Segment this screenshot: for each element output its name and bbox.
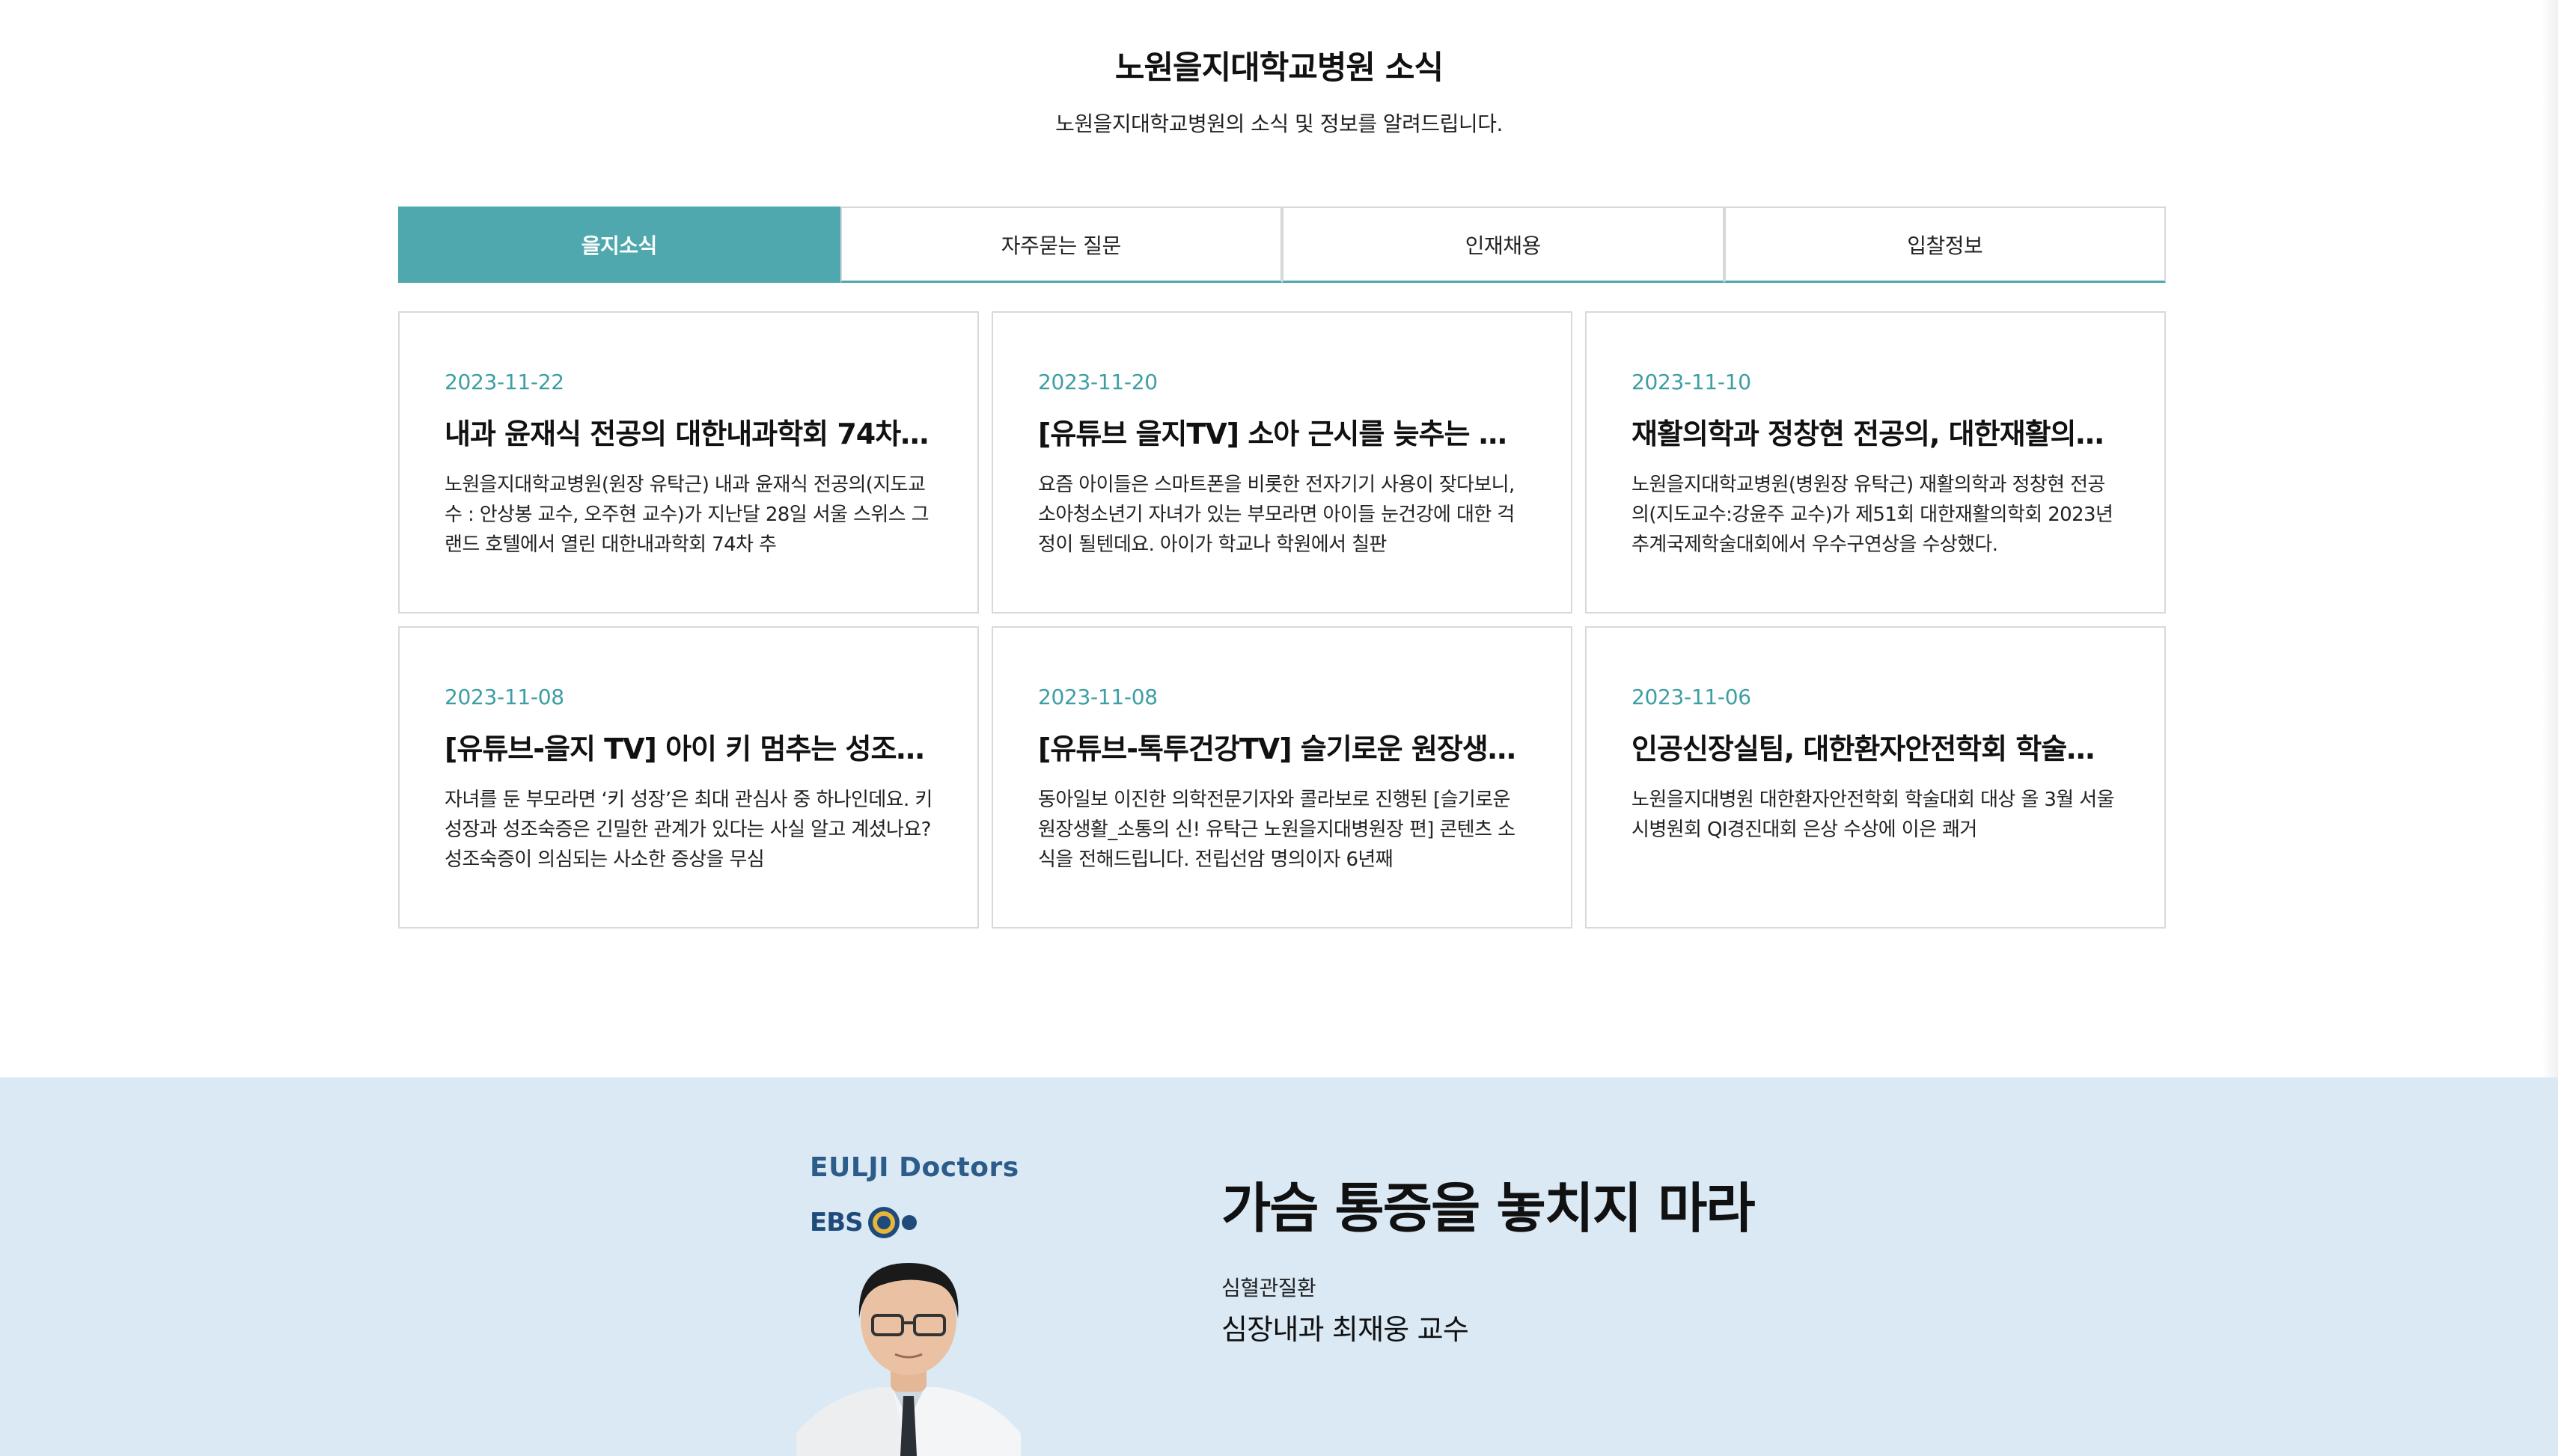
page-title: 노원을지대학교병원 소식 [1114,49,1444,87]
news-summary: 동아일보 이진한 의학전문기자와 콜라보로 진행된 [슬기로운 원장생활_소통의… [1038,789,1515,871]
video-category: 심혈관질환 [1221,1276,1316,1300]
news-summary: 요즘 아이들은 스마트폰을 비롯한 전자기기 사용이 잦다보니, 소아청소년기 … [1038,474,1515,556]
ebs-label: EBS [810,1208,864,1238]
video-doctor-name: 심장내과 최재웅 교수 [1221,1313,1469,1346]
news-date: 2023-11-22 [445,370,564,394]
video-title[interactable]: 가슴 통증을 놓치지 마라 [1221,1164,1756,1243]
news-card[interactable]: 2023-11-20 [유튜브 을지TV] 소아 근시를 늦추는 드… 요즘 아… [992,311,1572,614]
news-date: 2023-11-06 [1631,685,1751,709]
news-title[interactable]: [유튜브-톡투건강TV] 슬기로운 원장생… [1038,726,1526,767]
video-thumbnail[interactable]: EULJI Doctors EBS [796,1077,1021,1456]
eulji-doctors-section: EULJI Doctors EBS 가슴 통증을 놓치지 마라 심혈관질환 심장… [0,1077,2558,1456]
news-card[interactable]: 2023-11-10 재활의학과 정창현 전공의, 대한재활의… 노원을지대학교… [1585,311,2166,614]
doctor-portrait-image [796,1263,1021,1456]
news-card[interactable]: 2023-11-06 인공신장실팀, 대한환자안전학회 학술… 노원을지대병원 … [1585,626,2166,929]
tab-faq[interactable]: 자주묻는 질문 [840,207,1282,283]
news-summary: 노원을지대학교병원(원장 유탁근) 내과 윤재식 전공의(지도교수 : 안상봉 … [445,474,930,556]
news-date: 2023-11-08 [1038,685,1158,709]
news-title[interactable]: 내과 윤재식 전공의 대한내과학회 74차 … [445,411,932,452]
news-header: 노원을지대학교병원 소식 노원을지대학교병원의 소식 및 정보를 알려드립니다. [0,42,2558,138]
news-title[interactable]: 인공신장실팀, 대한환자안전학회 학술… [1631,726,2119,767]
news-summary: 노원을지대학교병원(병원장 유탁근) 재활의학과 정창현 전공의(지도교수:강윤… [1631,474,2113,556]
news-date: 2023-11-10 [1631,370,1751,394]
news-title[interactable]: 재활의학과 정창현 전공의, 대한재활의… [1631,411,2119,452]
tab-eulji-news[interactable]: 을지소식 [398,207,840,283]
news-card[interactable]: 2023-11-08 [유튜브-을지 TV] 아이 키 멈추는 성조… 자녀를 … [398,626,979,929]
news-date: 2023-11-20 [1038,370,1158,394]
news-summary: 자녀를 둔 부모라면 ‘키 성장’은 최대 관심사 중 하나인데요. 키 성장과… [445,789,932,871]
ebs-circles-icon [867,1207,917,1238]
news-card-grid: 2023-11-22 내과 윤재식 전공의 대한내과학회 74차 … 노원을지대… [398,311,2166,929]
news-date: 2023-11-08 [445,685,564,709]
page-subtitle: 노원을지대학교병원의 소식 및 정보를 알려드립니다. [1055,111,1503,136]
tab-bidding[interactable]: 입찰정보 [1724,207,2166,283]
news-title[interactable]: [유튜브-을지 TV] 아이 키 멈추는 성조… [445,726,932,767]
news-card[interactable]: 2023-11-08 [유튜브-톡투건강TV] 슬기로운 원장생… 동아일보 이… [992,626,1572,929]
news-summary: 노원을지대병원 대한환자안전학회 학술대회 대상 올 3월 서울시병원회 QI경… [1631,789,2115,841]
tab-recruitment[interactable]: 인재채용 [1282,207,1724,283]
eulji-doctors-logo: EULJI Doctors [810,1152,1019,1183]
ebs-logo: EBS [810,1205,924,1241]
news-tabs: 을지소식 자주묻는 질문 인재채용 입찰정보 [398,207,2166,283]
news-title[interactable]: [유튜브 을지TV] 소아 근시를 늦추는 드… [1038,411,1526,452]
news-card[interactable]: 2023-11-22 내과 윤재식 전공의 대한내과학회 74차 … 노원을지대… [398,311,979,614]
